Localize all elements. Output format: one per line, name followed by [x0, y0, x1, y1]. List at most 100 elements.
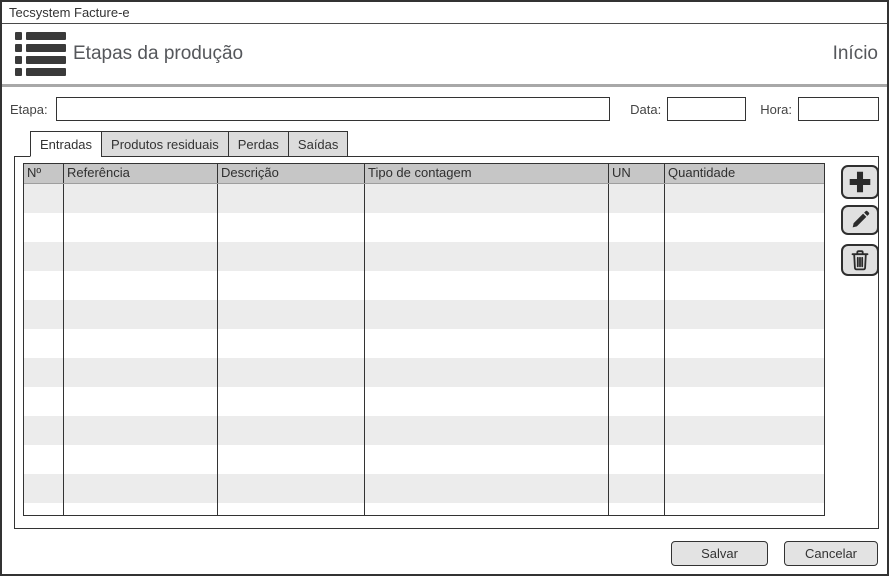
table-cell	[365, 242, 609, 271]
table-cell	[24, 300, 64, 329]
tab-produtos-residuais[interactable]: Produtos residuais	[101, 131, 229, 157]
table-cell	[609, 416, 665, 445]
table-row[interactable]	[24, 329, 824, 358]
table-cell	[218, 445, 365, 474]
table-cell	[64, 474, 218, 503]
column-header-un: UN	[609, 164, 665, 183]
column-header-numero: Nº	[24, 164, 64, 183]
table-cell	[609, 358, 665, 387]
tab-entradas[interactable]: Entradas	[30, 131, 102, 157]
table-cell	[609, 213, 665, 242]
table-cell	[218, 416, 365, 445]
table-cell	[665, 300, 824, 329]
table-cell	[24, 329, 64, 358]
column-header-descricao: Descrição	[218, 164, 365, 183]
table-cell	[64, 503, 218, 516]
table-cell	[24, 213, 64, 242]
table-row[interactable]	[24, 184, 824, 213]
table-cell	[609, 184, 665, 213]
table-cell	[24, 184, 64, 213]
form-row: Etapa: Data: Hora:	[2, 87, 887, 121]
table-cell	[218, 242, 365, 271]
table-cell	[64, 416, 218, 445]
table-cell	[64, 445, 218, 474]
table-cell	[665, 358, 824, 387]
table-cell	[64, 300, 218, 329]
table-cell	[365, 213, 609, 242]
table-cell	[609, 474, 665, 503]
table-cell	[218, 503, 365, 516]
table-cell	[24, 474, 64, 503]
table-row[interactable]	[24, 242, 824, 271]
etapa-input[interactable]	[56, 97, 611, 121]
table-cell	[609, 329, 665, 358]
table-cell	[365, 445, 609, 474]
column-header-tipo-de-contagem: Tipo de contagem	[365, 164, 609, 183]
table-row[interactable]	[24, 503, 824, 516]
table-row[interactable]	[24, 300, 824, 329]
edit-row-button[interactable]	[841, 205, 879, 235]
hora-label: Hora:	[760, 102, 792, 117]
tab-content-panel: Nº Referência Descrição Tipo de contagem…	[14, 156, 879, 529]
table-cell	[24, 445, 64, 474]
table-cell	[218, 474, 365, 503]
table-cell	[24, 416, 64, 445]
save-button[interactable]: Salvar	[671, 541, 768, 566]
column-header-quantidade: Quantidade	[665, 164, 824, 183]
table-cell	[665, 416, 824, 445]
tab-saidas[interactable]: Saídas	[288, 131, 348, 157]
table-row[interactable]	[24, 358, 824, 387]
table-cell	[665, 184, 824, 213]
table-cell	[365, 329, 609, 358]
table-cell	[218, 271, 365, 300]
table-cell	[365, 416, 609, 445]
table-cell	[665, 271, 824, 300]
table-cell	[24, 503, 64, 516]
table-cell	[24, 358, 64, 387]
table-row[interactable]	[24, 213, 824, 242]
table-cell	[64, 271, 218, 300]
table-cell	[609, 242, 665, 271]
table-cell	[64, 358, 218, 387]
entries-table: Nº Referência Descrição Tipo de contagem…	[23, 163, 825, 516]
etapa-label: Etapa:	[10, 102, 48, 117]
table-row[interactable]	[24, 416, 824, 445]
data-input[interactable]	[667, 97, 746, 121]
table-cell	[218, 184, 365, 213]
add-row-button[interactable]	[841, 165, 879, 199]
page-title: Etapas da produção	[73, 43, 243, 65]
row-action-buttons	[841, 165, 879, 276]
table-cell	[218, 213, 365, 242]
delete-row-button[interactable]	[841, 244, 879, 276]
cancel-button[interactable]: Cancelar	[784, 541, 878, 566]
table-cell	[24, 387, 64, 416]
table-cell	[64, 213, 218, 242]
table-cell	[365, 300, 609, 329]
tab-perdas[interactable]: Perdas	[228, 131, 289, 157]
footer-bar: Salvar Cancelar	[2, 529, 887, 566]
table-cell	[609, 503, 665, 516]
table-cell	[665, 474, 824, 503]
table-cell	[64, 242, 218, 271]
app-window: Tecsystem Facture-e Etapas da produção I…	[0, 0, 889, 576]
column-header-referencia: Referência	[64, 164, 218, 183]
table-cell	[64, 184, 218, 213]
table-cell	[64, 387, 218, 416]
table-cell	[218, 358, 365, 387]
window-title: Tecsystem Facture-e	[9, 5, 130, 20]
table-body	[24, 184, 824, 516]
data-label: Data:	[630, 102, 661, 117]
table-row[interactable]	[24, 474, 824, 503]
table-cell	[365, 503, 609, 516]
tab-bar: Entradas Produtos residuais Perdas Saída…	[30, 131, 887, 157]
table-row[interactable]	[24, 445, 824, 474]
table-row[interactable]	[24, 387, 824, 416]
trash-icon	[848, 248, 872, 272]
table-row[interactable]	[24, 271, 824, 300]
table-cell	[665, 242, 824, 271]
table-cell	[218, 300, 365, 329]
hora-input[interactable]	[798, 97, 879, 121]
nav-link-inicio[interactable]: Início	[833, 43, 878, 65]
table-cell	[365, 474, 609, 503]
pencil-icon	[849, 209, 871, 231]
